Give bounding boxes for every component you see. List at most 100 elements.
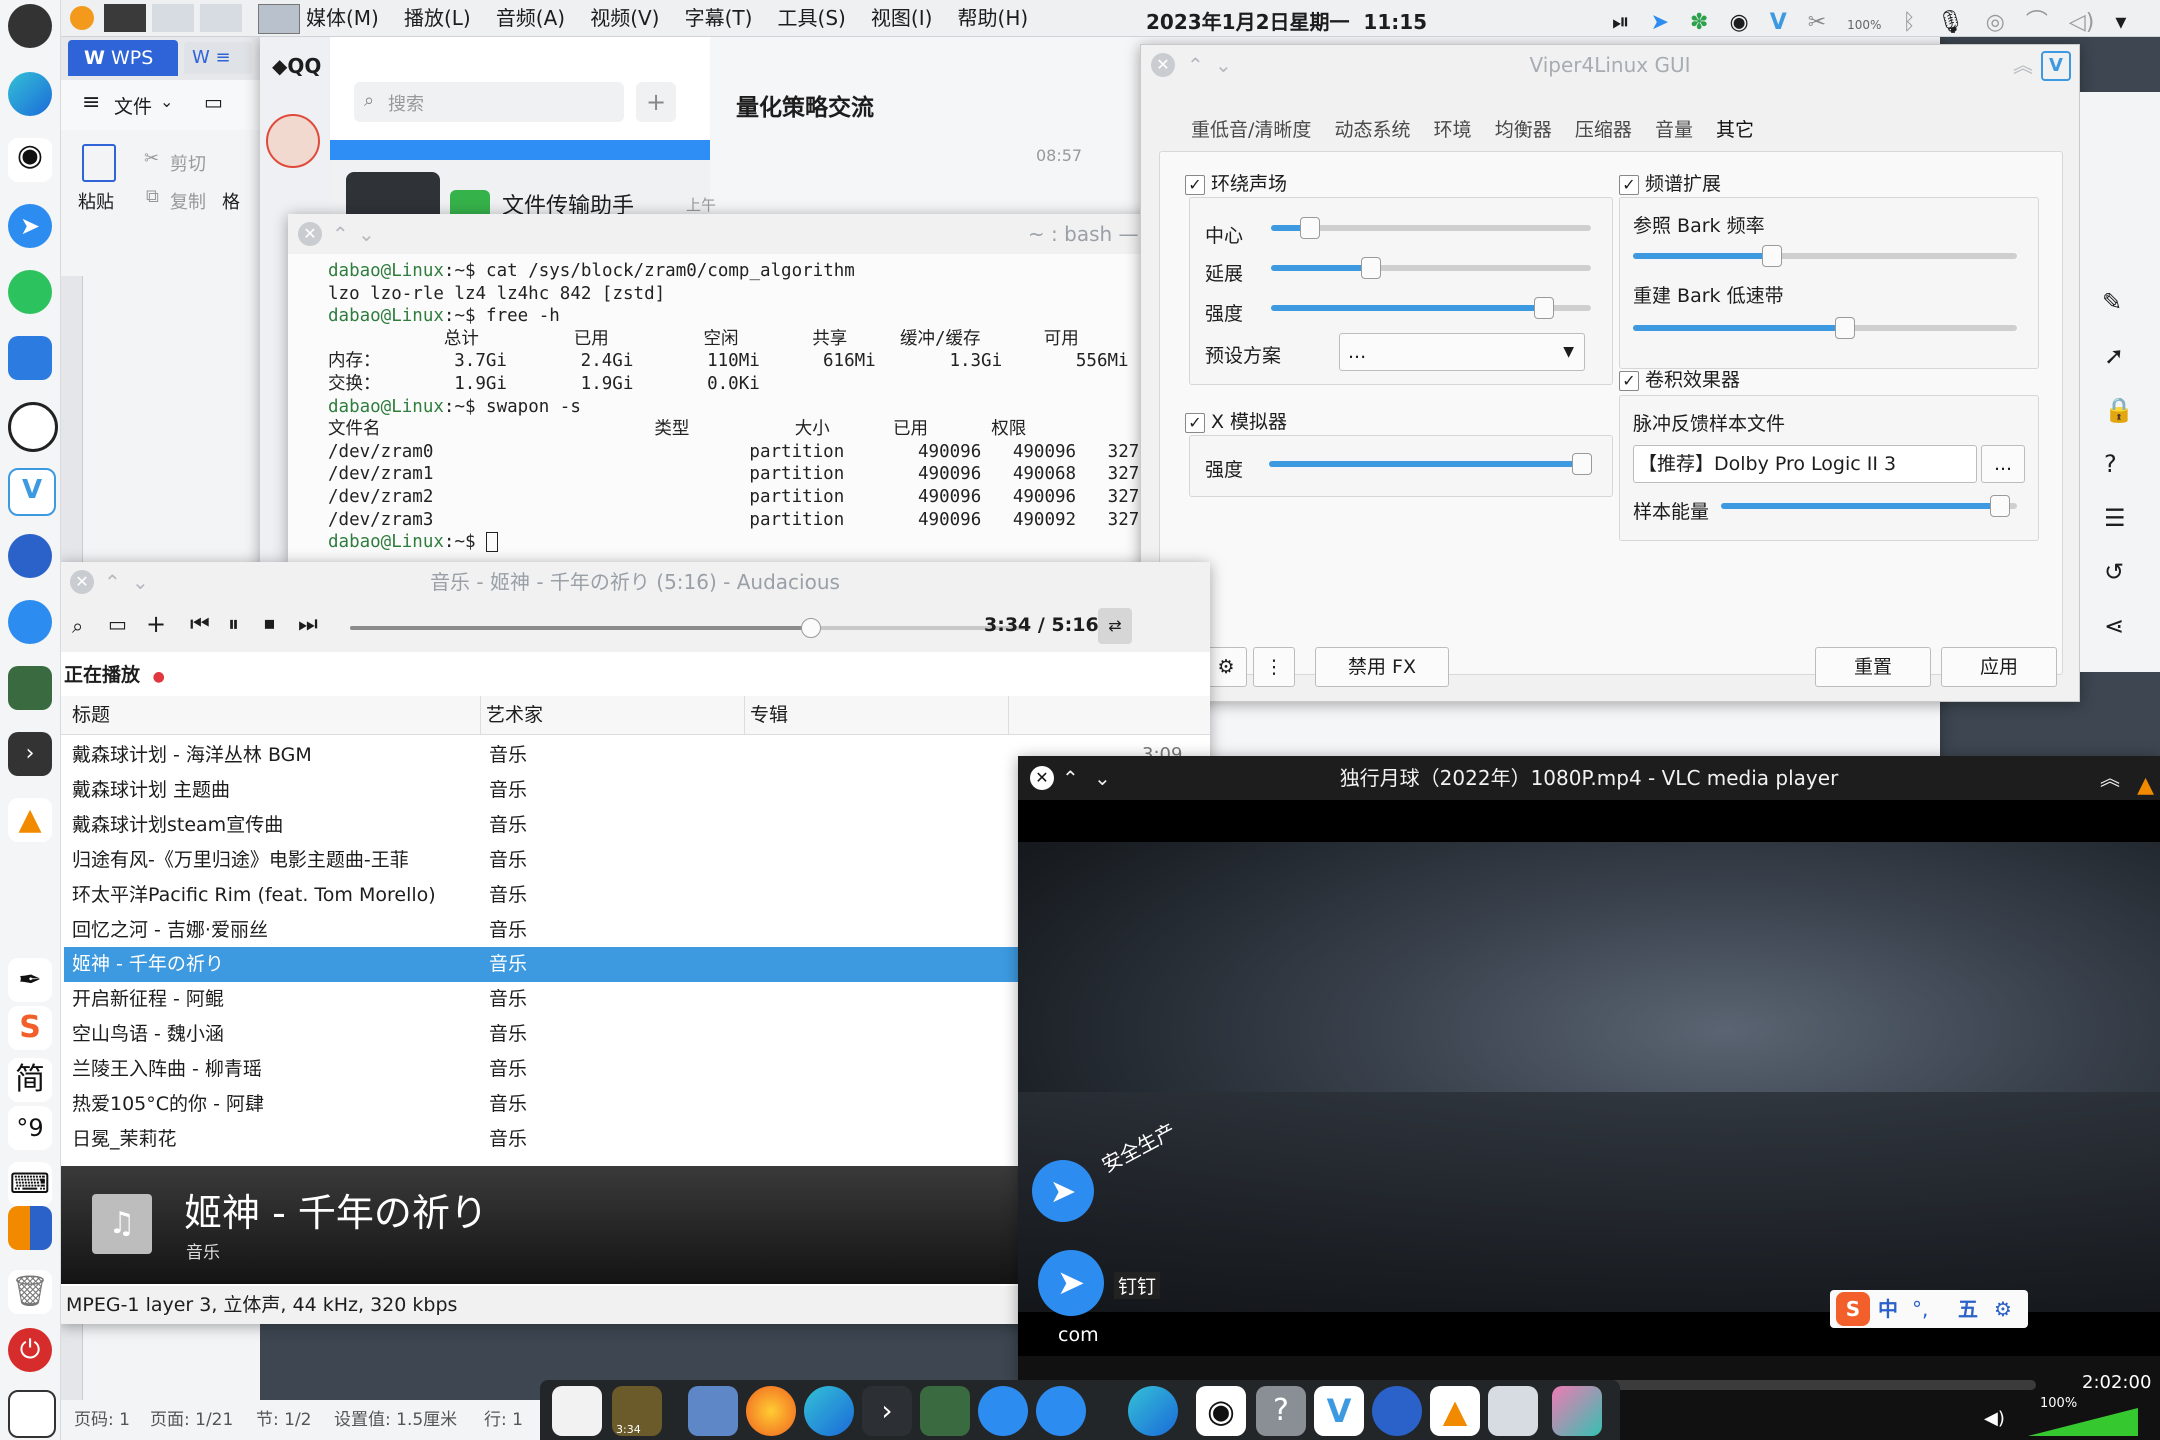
menu-tools[interactable]: 工具(S) — [778, 0, 846, 36]
tab-dynamic[interactable]: 动态系统 — [1335, 115, 1411, 142]
play-icon[interactable]: ⏯ — [1612, 10, 1630, 35]
wechat-icon[interactable] — [8, 270, 52, 314]
close-icon[interactable]: ✕ — [1151, 53, 1175, 77]
dingtalk-icon[interactable]: ➤ — [8, 204, 52, 248]
sogou-icon[interactable]: S — [8, 1006, 52, 1050]
qq-icon[interactable]: ◉ — [8, 138, 52, 182]
microphone-icon[interactable]: 🎙 — [1937, 10, 1965, 35]
menu-media[interactable]: 媒体(M) — [306, 0, 379, 36]
menu-icon[interactable]: ≡ — [82, 90, 100, 115]
dingtalk-icon[interactable]: ➤ — [1032, 1160, 1094, 1222]
copy-button[interactable]: 复制 — [170, 188, 206, 214]
edge-icon[interactable] — [804, 1386, 854, 1436]
workspace-4[interactable] — [258, 4, 300, 34]
playlist-tab[interactable]: 正在播放 ● — [64, 658, 165, 692]
wps-tab[interactable]: W WPS — [68, 40, 178, 76]
keep-above-icon[interactable]: ︽ — [2100, 756, 2120, 800]
slider-center[interactable] — [1271, 217, 1591, 239]
seek-slider[interactable] — [350, 618, 1030, 638]
tab-environment[interactable]: 环境 — [1434, 115, 1472, 142]
tab-volume[interactable]: 音量 — [1655, 115, 1693, 142]
stop-icon[interactable]: ⏹ — [264, 612, 275, 637]
dingtalk-icon[interactable] — [1036, 1386, 1086, 1436]
browse-button[interactable]: ... — [1981, 445, 2025, 483]
keyboard-icon[interactable]: ⌨ — [8, 1162, 52, 1206]
vlc-icon[interactable]: ▲ — [1430, 1386, 1480, 1436]
pen-icon[interactable]: ✎ — [2102, 288, 2122, 316]
battery-icon[interactable]: 100% — [1847, 18, 1881, 32]
close-icon[interactable]: ✕ — [298, 222, 322, 246]
xsim-checkbox[interactable]: ✓ X 模拟器 — [1185, 407, 1287, 434]
audio-icon[interactable] — [8, 402, 58, 452]
tab-bass[interactable]: 重低音/清晰度 — [1191, 115, 1311, 142]
col-album[interactable]: 专辑 — [750, 696, 788, 734]
firefox-icon[interactable] — [746, 1386, 796, 1436]
scissors-icon[interactable]: ✂ — [1808, 10, 1826, 35]
video-frame[interactable]: 安全生产 — [1018, 842, 2160, 1312]
previous-icon[interactable]: ⏮ — [190, 612, 210, 637]
playlist-row[interactable]: 空山鸟语 - 魏小涵 音乐 — [64, 1017, 1084, 1052]
paste-button[interactable]: 粘贴 — [78, 188, 114, 214]
slider-strength[interactable] — [1271, 297, 1591, 319]
image-viewer-icon[interactable] — [920, 1386, 970, 1436]
convolver-checkbox[interactable]: ✓ 卷积效果器 — [1619, 365, 1740, 392]
playlist-row[interactable]: 戴森球计划steam宣传曲 音乐 — [64, 808, 1084, 843]
bluetooth-icon[interactable]: ᛒ — [1902, 10, 1915, 35]
lock-icon[interactable]: 🔒 — [2104, 396, 2134, 424]
col-artist[interactable]: 艺术家 — [486, 696, 543, 734]
help-icon[interactable]: ? — [2104, 450, 2117, 478]
terminal-icon[interactable]: › — [862, 1386, 912, 1436]
inkscape-icon[interactable]: ✒ — [8, 958, 52, 1002]
history-icon[interactable]: ↺ — [2104, 558, 2124, 586]
minimize-icon[interactable]: ⌃ — [104, 562, 121, 602]
viper-icon[interactable]: V — [8, 468, 56, 516]
chevron-down-icon[interactable]: ⌄ — [358, 214, 375, 254]
folder-icon[interactable]: ▭ — [204, 90, 223, 114]
playlist-row[interactable]: 兰陵王入阵曲 - 柳青瑶 音乐 — [64, 1052, 1084, 1087]
slider-bark-rebuild[interactable] — [1633, 317, 2017, 339]
volume-icon[interactable]: ◁) — [2069, 10, 2095, 35]
punctuation-icon[interactable]: °9 — [8, 1106, 52, 1150]
slider-sample-energy[interactable] — [1721, 495, 2017, 517]
playlist-row[interactable]: 开启新征程 - 阿鲲 音乐 — [64, 982, 1084, 1017]
menu-subtitle[interactable]: 字幕(T) — [685, 0, 753, 36]
playlist-row[interactable]: 热爱105°C的你 - 阿肆 音乐 — [64, 1087, 1084, 1122]
playlist-row[interactable]: 归途有风-《万里归途》电影主题曲-王菲 音乐 — [64, 843, 1084, 878]
menu-view[interactable]: 视图(I) — [871, 0, 933, 36]
orange-app-icon[interactable] — [70, 6, 94, 30]
workspace-3[interactable] — [200, 4, 242, 32]
keep-above-icon[interactable]: ︽ — [2013, 45, 2033, 85]
playlist-row[interactable]: 戴森球计划 主题曲 音乐 — [64, 773, 1084, 808]
vlc-icon[interactable]: ▲ — [8, 798, 52, 842]
chevron-down-icon[interactable]: ▾ — [2115, 10, 2126, 35]
ime-punct[interactable]: °, — [1912, 1290, 1928, 1328]
col-title[interactable]: 标题 — [72, 696, 110, 734]
apply-button[interactable]: 应用 — [1941, 647, 2057, 687]
disable-fx-button[interactable]: 禁用 FX — [1315, 647, 1449, 687]
globe-icon[interactable]: ◎ — [1986, 10, 2005, 35]
pause-icon[interactable]: ⏸ — [228, 612, 239, 637]
impulse-file-field[interactable]: 【推荐】Dolby Pro Logic II 3 — [1633, 445, 1977, 483]
menu-video[interactable]: 视频(V) — [590, 0, 659, 36]
dingtalk-icon[interactable] — [8, 600, 52, 644]
surround-checkbox[interactable]: ✓ 环绕声场 — [1185, 169, 1287, 196]
wps-doc-tab[interactable]: W ≡ — [184, 42, 252, 74]
more-icon[interactable]: ⋮ — [1253, 647, 1295, 687]
image-viewer-icon[interactable] — [8, 666, 52, 710]
minimize-icon[interactable]: ⌃ — [332, 214, 349, 254]
playlist-row[interactable]: 戴森球计划 - 海洋丛林 BGM 音乐 — [64, 738, 1084, 773]
workspace-1[interactable] — [104, 4, 146, 32]
pointer-icon[interactable]: ➚ — [2104, 342, 2124, 370]
tab-compressor[interactable]: 压缩器 — [1575, 115, 1632, 142]
ime-chinese[interactable]: 中 — [1878, 1290, 1898, 1328]
preset-dropdown[interactable]: ... ▼ — [1339, 333, 1585, 371]
close-icon[interactable]: ✕ — [1030, 766, 1054, 790]
gear-icon[interactable]: ⚙ — [1205, 647, 1247, 687]
add-icon[interactable]: + — [146, 610, 166, 638]
minimize-icon[interactable]: ⌃ — [1187, 45, 1204, 85]
kite-icon[interactable] — [1552, 1386, 1602, 1436]
qq-icon[interactable]: ◉ — [1196, 1386, 1246, 1436]
slider-bark-ref[interactable] — [1633, 245, 2017, 267]
stats-icon[interactable] — [8, 1206, 52, 1250]
show-desktop-icon[interactable] — [8, 1390, 56, 1438]
